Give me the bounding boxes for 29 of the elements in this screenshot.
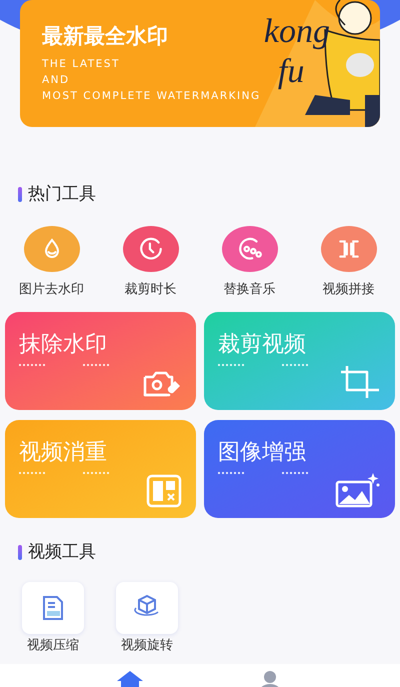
document-icon	[41, 594, 65, 620]
section-title: 热门工具	[28, 183, 96, 206]
feature-card[interactable]: 图像增强	[204, 420, 395, 518]
tool-button[interactable]: 裁剪时长	[101, 226, 200, 299]
disc-link-icon	[236, 236, 262, 262]
crop-icon	[339, 364, 381, 400]
image-sparkle-icon	[335, 472, 381, 508]
home-icon[interactable]	[116, 670, 144, 687]
clock-icon	[138, 236, 164, 262]
banner-subtitle: AND	[42, 73, 71, 88]
banner-art-text: fu	[276, 52, 306, 92]
banner-title: 最新最全水印	[42, 23, 169, 50]
section-title: 视频工具	[28, 541, 96, 564]
tool-button[interactable]: 图片去水印	[2, 226, 101, 299]
card-title: 图像增强	[218, 439, 306, 467]
banner[interactable]: 最新最全水印 THE LATEST AND MOST COMPLETE WATERMARKING kong fu	[20, 0, 380, 127]
video-tool-button[interactable]: 视频旋转	[116, 582, 178, 654]
tool-button[interactable]: 替换音乐	[200, 226, 299, 299]
section-marker	[18, 187, 22, 202]
card-title: 裁剪视频	[218, 331, 306, 359]
section-marker	[18, 545, 22, 560]
video-tool-button[interactable]: 视频压缩	[22, 582, 84, 654]
banner-subtitle: THE LATEST	[42, 57, 121, 72]
layout-remove-icon	[146, 474, 182, 508]
card-title: 抹除水印	[19, 331, 107, 359]
banner-subtitle: MOST COMPLETE WATERMARKING	[42, 89, 261, 104]
banner-art-text: kong	[264, 12, 330, 52]
card-title: 视频消重	[19, 439, 107, 467]
tool-button[interactable]: 视频拼接	[299, 226, 398, 299]
